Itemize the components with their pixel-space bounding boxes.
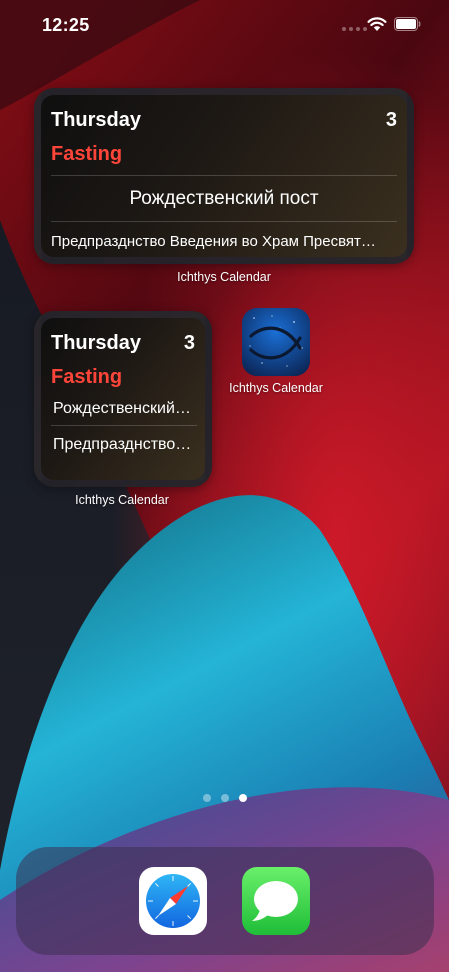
widget-fasting-label: Fasting bbox=[51, 143, 123, 165]
page-dot[interactable] bbox=[202, 794, 211, 802]
safari-compass-icon bbox=[146, 874, 200, 928]
page-indicator[interactable] bbox=[0, 794, 449, 802]
messages-app-icon[interactable] bbox=[242, 867, 310, 935]
cellular-signal-icon bbox=[342, 27, 367, 31]
page-dot[interactable] bbox=[220, 794, 229, 802]
ichthys-small-widget[interactable]: Thursday 3 Fasting Рождественский… Предп… bbox=[34, 311, 212, 487]
page-dot-current[interactable] bbox=[238, 794, 247, 802]
messages-bubble-icon bbox=[252, 881, 298, 921]
widget-day: Thursday bbox=[51, 332, 142, 354]
widget-feast-name: Предпразднство… bbox=[53, 436, 192, 453]
widget-feast-name: Предпразднство Введения во Храм Пресвят… bbox=[51, 233, 376, 250]
safari-app-icon[interactable] bbox=[139, 867, 207, 935]
widget-fast-name: Рождественский… bbox=[53, 400, 191, 417]
ichthys-medium-widget[interactable]: Thursday 3 Fasting Рождественский пост П… bbox=[34, 88, 414, 264]
widget-day: Thursday bbox=[51, 109, 142, 131]
widget-fast-name: Рождественский пост bbox=[129, 188, 319, 209]
ichthys-calendar-app-icon[interactable] bbox=[242, 308, 310, 376]
dock bbox=[16, 847, 434, 955]
widget-divider bbox=[51, 221, 397, 222]
widget-date: 3 bbox=[385, 109, 397, 131]
app-label: Ichthys Calendar bbox=[229, 381, 323, 395]
widget-label: Ichthys Calendar bbox=[177, 270, 271, 284]
widget-date: 3 bbox=[183, 332, 195, 354]
widget-fasting-label: Fasting bbox=[51, 366, 123, 388]
wifi-icon bbox=[367, 17, 387, 31]
widget-label: Ichthys Calendar bbox=[75, 493, 169, 507]
status-bar: 12:25 bbox=[0, 0, 449, 50]
ichthys-fish-icon bbox=[242, 308, 310, 376]
battery-icon bbox=[394, 17, 421, 31]
status-time: 12:25 bbox=[42, 15, 90, 35]
widget-divider bbox=[51, 425, 197, 426]
widget-divider bbox=[51, 175, 397, 176]
